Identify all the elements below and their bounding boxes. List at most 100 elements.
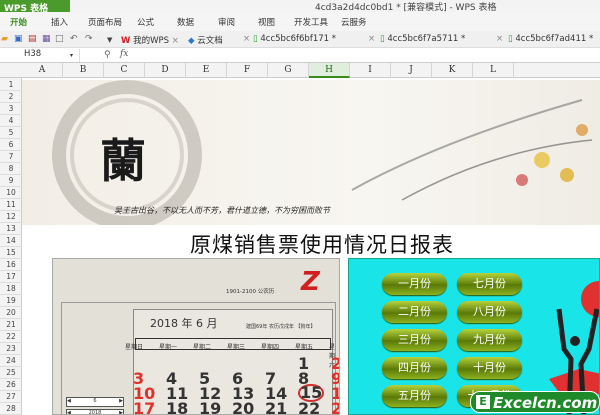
- row-header[interactable]: 5: [0, 127, 22, 139]
- prev-year-button[interactable]: ◀: [67, 410, 71, 414]
- zoom-function-icon[interactable]: ⚲: [104, 50, 111, 60]
- row-header[interactable]: 22: [0, 331, 22, 343]
- tab-data[interactable]: 数据: [177, 16, 194, 28]
- calendar-day[interactable]: 18: [166, 399, 188, 414]
- column-header-E[interactable]: E: [186, 63, 227, 78]
- print-icon[interactable]: ▦: [42, 34, 51, 44]
- sheet-icon: ▯: [253, 34, 258, 44]
- next-month-button[interactable]: ▶: [119, 398, 123, 404]
- close-icon[interactable]: ×: [243, 34, 250, 44]
- doctab-label: 4cc5bc6f7ad411 *: [515, 34, 594, 44]
- row-header[interactable]: 15: [0, 247, 22, 259]
- row-header[interactable]: 13: [0, 223, 22, 235]
- row-header[interactable]: 11: [0, 199, 22, 211]
- dropdown-icon[interactable]: ▼: [107, 36, 112, 44]
- tab-developer[interactable]: 开发工具: [294, 16, 328, 28]
- tab-view[interactable]: 视图: [258, 16, 275, 28]
- calendar-day[interactable]: 21: [265, 399, 287, 414]
- row-header[interactable]: 12: [0, 211, 22, 223]
- row-header[interactable]: 16: [0, 259, 22, 271]
- doctab-file-1[interactable]: ▯ 4cc5bc6f6bf171 *: [253, 34, 336, 44]
- column-header-J[interactable]: J: [391, 63, 432, 78]
- weekday-label: 星期三: [227, 344, 246, 351]
- row-header[interactable]: 28: [0, 403, 22, 415]
- fx-icon[interactable]: fx: [120, 49, 128, 59]
- row-header[interactable]: 21: [0, 319, 22, 331]
- prev-month-button[interactable]: ◀: [67, 398, 71, 404]
- calendar-day[interactable]: 19: [199, 399, 221, 414]
- close-icon[interactable]: ×: [172, 36, 179, 46]
- column-header-K[interactable]: K: [432, 63, 473, 78]
- month-button[interactable]: 八月份: [457, 301, 522, 323]
- row-header[interactable]: 1: [0, 79, 22, 91]
- row-header[interactable]: 23: [0, 343, 22, 355]
- month-button[interactable]: 十月份: [457, 357, 522, 379]
- row-header[interactable]: 3: [0, 103, 22, 115]
- doctab-file-2[interactable]: ▯ 4cc5bc6f7a5711 *: [380, 34, 465, 44]
- column-header-C[interactable]: C: [104, 63, 145, 78]
- name-box[interactable]: H38 ▾: [0, 49, 80, 62]
- tab-insert[interactable]: 插入: [51, 16, 68, 28]
- month-button[interactable]: 七月份: [457, 273, 522, 295]
- close-icon[interactable]: ×: [368, 34, 375, 44]
- tab-formulas[interactable]: 公式: [137, 16, 154, 28]
- row-header[interactable]: 8: [0, 163, 22, 175]
- month-button[interactable]: 五月份: [382, 385, 447, 407]
- preview-icon[interactable]: □: [55, 34, 64, 44]
- row-header[interactable]: 24: [0, 355, 22, 367]
- doctab-my-wps[interactable]: W 我的WPS ×: [121, 34, 179, 46]
- excel-e-icon: E: [476, 395, 490, 409]
- row-header[interactable]: 7: [0, 151, 22, 163]
- row-header[interactable]: 4: [0, 115, 22, 127]
- column-header-I[interactable]: I: [350, 63, 391, 78]
- column-header-F[interactable]: F: [227, 63, 268, 78]
- month-button[interactable]: 一月份: [382, 273, 447, 295]
- row-header[interactable]: 19: [0, 295, 22, 307]
- column-header-A[interactable]: A: [22, 63, 63, 78]
- redo-icon[interactable]: ↷: [85, 34, 93, 44]
- doctab-cloud-docs[interactable]: ◆ 云文档: [188, 34, 223, 46]
- sheet-title: 原煤销售票使用情况日报表: [190, 233, 454, 257]
- row-header[interactable]: 25: [0, 367, 22, 379]
- calendar-widget: 1901-2100 公农历 Z 2018 年 6 月 建国69年 农历戊戌年 【…: [52, 258, 340, 415]
- year-spinner[interactable]: ◀ 2018 ▶: [66, 409, 124, 414]
- calendar-day[interactable]: 22: [298, 399, 320, 414]
- column-header-D[interactable]: D: [145, 63, 186, 78]
- column-header-B[interactable]: B: [63, 63, 104, 78]
- calendar-day[interactable]: 17: [133, 399, 155, 414]
- save-icon[interactable]: ▣: [14, 34, 23, 44]
- next-year-button[interactable]: ▶: [119, 410, 123, 414]
- row-header[interactable]: 2: [0, 91, 22, 103]
- chevron-down-icon[interactable]: ▾: [70, 52, 73, 59]
- close-icon[interactable]: ×: [496, 34, 503, 44]
- doctab-file-3[interactable]: ▯ 4cc5bc6f7ad411 *: [508, 34, 593, 44]
- row-header[interactable]: 27: [0, 391, 22, 403]
- month-button[interactable]: 九月份: [457, 329, 522, 351]
- column-header-H[interactable]: H: [309, 63, 350, 78]
- month-button[interactable]: 四月份: [382, 357, 447, 379]
- row-header[interactable]: 14: [0, 235, 22, 247]
- row-header[interactable]: 6: [0, 139, 22, 151]
- formula-input[interactable]: [142, 49, 600, 62]
- calendar-year-month: 2018 年 6 月: [150, 317, 218, 330]
- tab-review[interactable]: 审阅: [218, 16, 235, 28]
- calendar-day[interactable]: 20: [232, 399, 254, 414]
- row-header[interactable]: 18: [0, 283, 22, 295]
- row-header[interactable]: 20: [0, 307, 22, 319]
- tab-home[interactable]: 开始: [10, 16, 27, 28]
- column-header-G[interactable]: G: [268, 63, 309, 78]
- tab-page-layout[interactable]: 页面布局: [88, 16, 122, 28]
- row-header[interactable]: 17: [0, 271, 22, 283]
- open-icon[interactable]: ▰: [1, 34, 8, 44]
- row-header[interactable]: 9: [0, 175, 22, 187]
- month-spinner[interactable]: ◀ 6 ▶: [66, 397, 124, 407]
- calendar-day[interactable]: 23: [331, 399, 339, 414]
- month-button[interactable]: 二月份: [382, 301, 447, 323]
- row-header[interactable]: 10: [0, 187, 22, 199]
- undo-icon[interactable]: ↶: [70, 34, 78, 44]
- row-header[interactable]: 26: [0, 379, 22, 391]
- column-header-L[interactable]: L: [473, 63, 514, 78]
- pdf-icon[interactable]: ▤: [28, 34, 37, 44]
- tab-cloud[interactable]: 云服务: [341, 16, 367, 28]
- month-button[interactable]: 三月份: [382, 329, 447, 351]
